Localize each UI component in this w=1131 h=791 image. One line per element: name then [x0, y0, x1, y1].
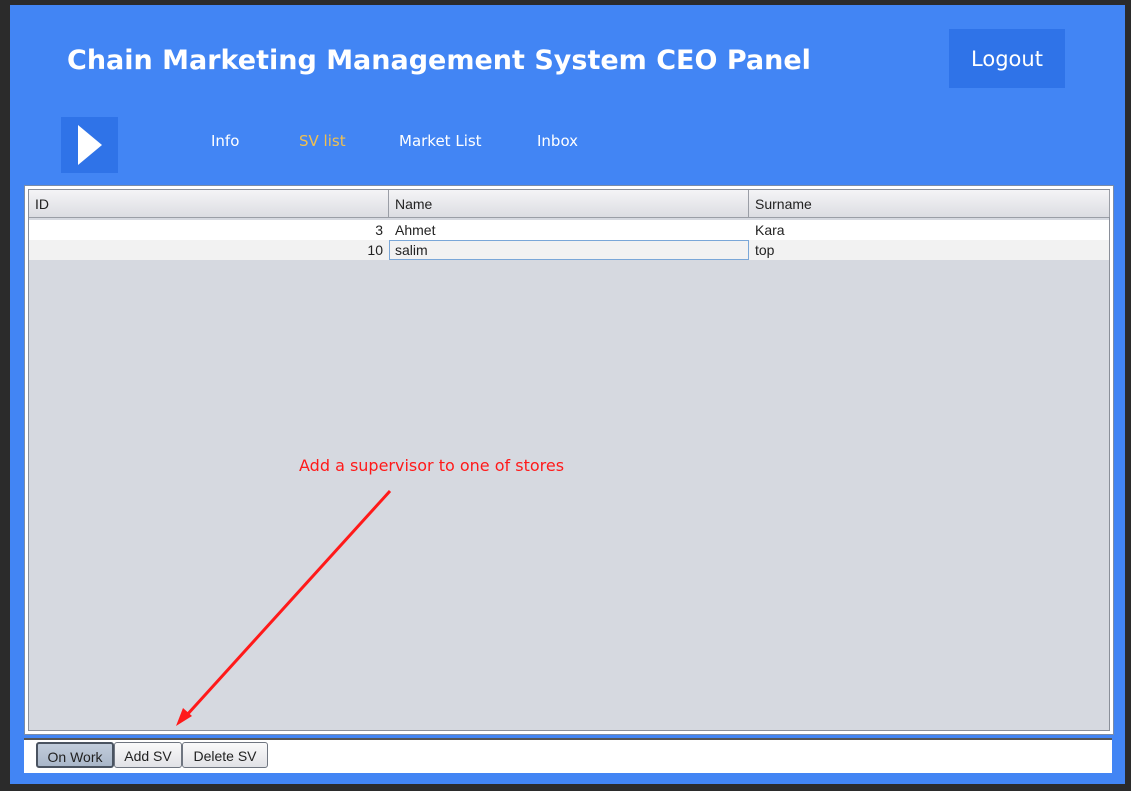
- cell-name[interactable]: salim: [389, 240, 749, 260]
- cell-id[interactable]: 3: [29, 220, 389, 240]
- nav-item-info[interactable]: Info: [211, 132, 239, 150]
- column-header-id[interactable]: ID: [29, 190, 389, 217]
- cell-surname[interactable]: Kara: [749, 220, 1109, 240]
- page-title: Chain Marketing Management System CEO Pa…: [67, 45, 811, 76]
- play-button[interactable]: [61, 117, 118, 173]
- table-row[interactable]: 3 Ahmet Kara: [29, 220, 1109, 240]
- column-header-surname[interactable]: Surname: [749, 190, 1110, 217]
- annotation-text: Add a supervisor to one of stores: [299, 456, 565, 475]
- nav-item-market-list[interactable]: Market List: [399, 132, 482, 150]
- tab-bar: On Work Add SV Delete SV: [24, 738, 1112, 773]
- app-frame: Chain Marketing Management System CEO Pa…: [0, 0, 1131, 791]
- tab-add-sv[interactable]: Add SV: [114, 742, 182, 768]
- ceo-panel-window: Chain Marketing Management System CEO Pa…: [10, 5, 1125, 784]
- table-row[interactable]: 10 salim top: [29, 240, 1109, 260]
- cell-id[interactable]: 10: [29, 240, 389, 260]
- logout-button[interactable]: Logout: [949, 29, 1065, 88]
- tab-delete-sv[interactable]: Delete SV: [182, 742, 268, 768]
- nav-item-sv-list[interactable]: SV list: [299, 132, 346, 150]
- cell-name[interactable]: Ahmet: [389, 220, 749, 240]
- table-header: ID Name Surname: [29, 190, 1110, 218]
- tab-on-work[interactable]: On Work: [36, 742, 114, 768]
- column-header-name[interactable]: Name: [389, 190, 749, 217]
- supervisor-table: ID Name Surname 3 Ahmet Kara 10 salim to…: [28, 189, 1110, 731]
- cell-surname[interactable]: top: [749, 240, 1109, 260]
- content-panel: ID Name Surname 3 Ahmet Kara 10 salim to…: [24, 185, 1114, 735]
- play-icon: [78, 125, 102, 165]
- nav-item-inbox[interactable]: Inbox: [537, 132, 578, 150]
